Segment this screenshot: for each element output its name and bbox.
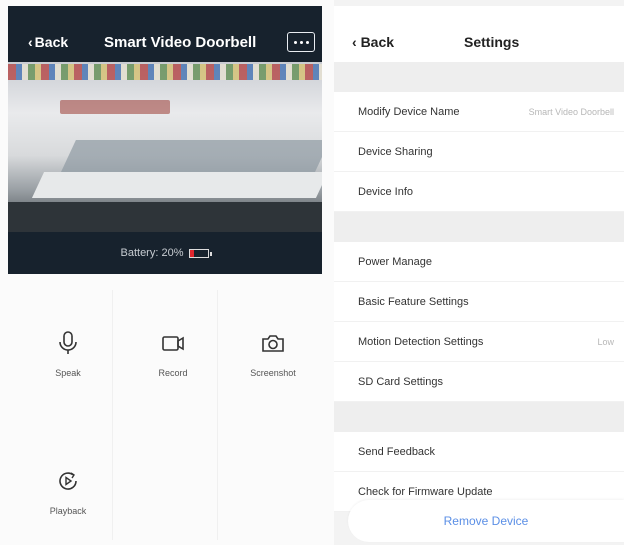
settings-row-device-info[interactable]: Device Info	[334, 172, 624, 212]
record-label: Record	[158, 368, 188, 378]
settings-screen: ‹ Back Settings Modify Device Name Smart…	[334, 0, 624, 545]
video-scene-floor	[8, 202, 322, 232]
row-label: Device Sharing	[358, 145, 433, 158]
settings-row-motion-detection[interactable]: Motion Detection Settings Low	[334, 322, 624, 362]
battery-text: Battery: 20%	[120, 247, 184, 259]
row-label: Power Manage	[358, 255, 432, 268]
screenshot-label: Screenshot	[250, 368, 296, 378]
screenshot-button[interactable]: Screenshot	[223, 330, 323, 378]
video-scene-sign	[60, 100, 170, 114]
live-video-feed[interactable]	[8, 62, 322, 232]
more-icon-dot	[305, 40, 309, 44]
page-title: Settings	[464, 34, 520, 50]
screenshot-stage: ‹ Back Smart Video Doorbell Battery: 20%	[0, 0, 624, 545]
settings-row-modify-device-name[interactable]: Modify Device Name Smart Video Doorbell	[334, 92, 624, 132]
video-camera-icon	[162, 336, 184, 351]
settings-row-device-sharing[interactable]: Device Sharing	[334, 132, 624, 172]
back-label: Back	[34, 34, 69, 50]
video-scene-desk	[60, 140, 322, 174]
row-label: Modify Device Name	[358, 105, 460, 118]
grid-divider	[217, 290, 218, 540]
more-icon	[293, 40, 297, 44]
row-value: Smart Video Doorbell	[528, 106, 614, 117]
row-label: Basic Feature Settings	[358, 295, 469, 308]
more-icon-dot	[299, 40, 303, 44]
more-options-button[interactable]	[287, 32, 315, 52]
page-title: Smart Video Doorbell	[104, 34, 257, 51]
settings-row-send-feedback[interactable]: Send Feedback	[334, 432, 624, 472]
playback-button[interactable]: Playback	[18, 468, 118, 516]
settings-row-power-manage[interactable]: Power Manage	[334, 242, 624, 282]
row-label: Send Feedback	[358, 445, 436, 458]
microphone-icon	[59, 331, 77, 354]
camera-icon	[262, 335, 284, 352]
live-view-screen: ‹ Back Smart Video Doorbell Battery: 20%	[8, 0, 322, 545]
record-button[interactable]: Record	[123, 330, 223, 378]
battery-status-bar: Battery: 20%	[8, 232, 322, 274]
section-divider	[334, 212, 624, 242]
remove-device-button[interactable]: Remove Device	[348, 500, 624, 542]
row-label: Check for Firmware Update	[358, 485, 493, 498]
back-label: Back	[360, 34, 395, 50]
section-divider	[334, 402, 624, 432]
video-scene-flags	[8, 64, 322, 80]
playback-label: Playback	[49, 506, 87, 516]
playback-icon	[59, 472, 77, 490]
controls-grid: Speak Record Screenshot Playback	[8, 290, 322, 540]
row-value: Low	[597, 336, 614, 347]
row-label: SD Card Settings	[358, 375, 443, 388]
settings-header: ‹ Back Settings	[334, 6, 624, 62]
row-label: Device Info	[358, 185, 414, 198]
battery-fill	[190, 249, 195, 257]
row-label: Motion Detection Settings	[358, 335, 484, 348]
video-scene-desk	[31, 172, 322, 198]
back-button[interactable]: ‹ Back	[28, 34, 68, 50]
speak-label: Speak	[55, 368, 81, 378]
settings-row-sd-card[interactable]: SD Card Settings	[334, 362, 624, 402]
settings-row-basic-feature-settings[interactable]: Basic Feature Settings	[334, 282, 624, 322]
battery-icon	[189, 248, 213, 258]
live-view-header: ‹ Back Smart Video Doorbell	[8, 6, 322, 62]
speak-button[interactable]: Speak	[18, 330, 118, 378]
back-button[interactable]: ‹ Back	[352, 34, 394, 50]
chevron-left-icon: ‹	[352, 34, 357, 50]
chevron-left-icon: ‹	[28, 34, 33, 50]
section-divider	[334, 62, 624, 92]
